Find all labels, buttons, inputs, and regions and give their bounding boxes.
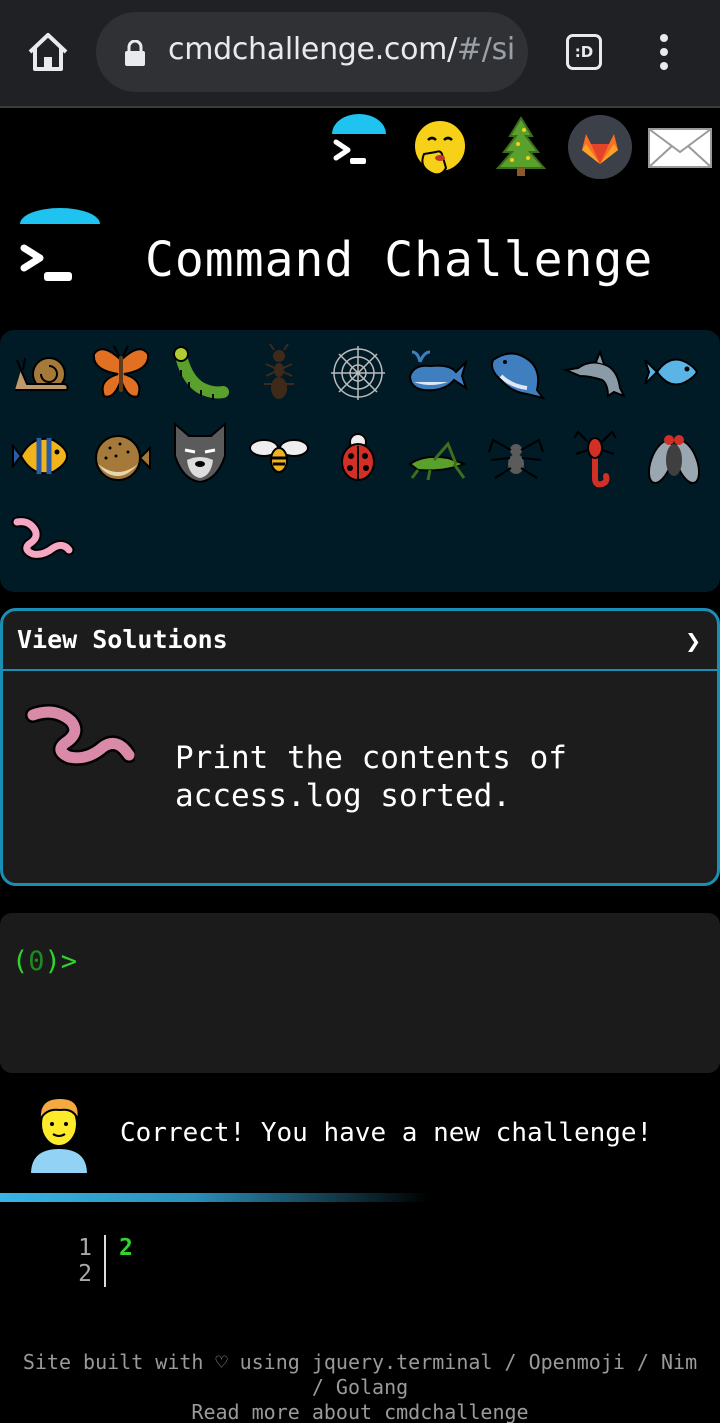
feedback-message: Correct! You have a new challenge!: [120, 1118, 653, 1148]
progress-bar: [0, 1193, 430, 1202]
challenge-card: View Solutions ❯ Print the contents of a…: [0, 608, 720, 886]
fly-icon[interactable]: [641, 424, 707, 490]
line-numbers: 1 2: [60, 1235, 106, 1287]
chevron-right-icon[interactable]: ❯: [685, 627, 701, 657]
worm-icon[interactable]: [9, 510, 75, 576]
caterpillar-icon[interactable]: [167, 340, 233, 406]
scorpion-icon[interactable]: [562, 424, 628, 490]
tab-switcher-button[interactable]: :D: [566, 34, 602, 70]
footer-credits-cont[interactable]: / Golang: [0, 1375, 720, 1400]
read-more-link[interactable]: Read more about cmdchallenge: [0, 1400, 720, 1423]
person-emoji-icon: [28, 1096, 90, 1174]
snail-icon[interactable]: [9, 340, 75, 406]
site-logo-icon: [20, 208, 100, 281]
dolphin-icon[interactable]: [562, 340, 628, 406]
wolf-icon[interactable]: [167, 420, 233, 486]
honeybee-icon[interactable]: [246, 424, 312, 490]
url-text: cmdchallenge.com/#/si: [168, 32, 515, 67]
terminal-prompt: (0)>: [12, 946, 78, 977]
terminal[interactable]: (0)>: [0, 913, 720, 1073]
butterfly-icon[interactable]: [88, 340, 154, 406]
address-bar[interactable]: cmdchallenge.com/#/si: [96, 12, 528, 92]
footer: Site built with ♡ using jquery.terminal …: [0, 1350, 720, 1423]
tropical-fish-icon[interactable]: [9, 424, 75, 490]
footer-credits[interactable]: Site built with ♡ using jquery.terminal …: [0, 1350, 720, 1375]
lock-icon: [125, 40, 145, 66]
page-title: Command Challenge: [145, 232, 654, 288]
spouting-whale-icon[interactable]: [483, 340, 549, 406]
spider-icon[interactable]: [483, 424, 549, 490]
browser-toolbar: cmdchallenge.com/#/si :D: [0, 0, 720, 108]
challenge-description: Print the contents of access.log sorted.: [175, 740, 567, 814]
lady-beetle-icon[interactable]: [325, 424, 391, 490]
blowfish-icon[interactable]: [88, 424, 154, 490]
cmdchallenge-logo-icon[interactable]: [326, 114, 392, 180]
challenge-grid: [0, 330, 720, 592]
christmas-tree-icon[interactable]: [488, 114, 554, 180]
home-icon[interactable]: [26, 30, 70, 74]
fish-icon[interactable]: [641, 340, 707, 406]
output-value: 2: [119, 1235, 133, 1261]
view-solutions-header[interactable]: View Solutions ❯: [3, 611, 717, 671]
cricket-icon[interactable]: [404, 424, 470, 490]
ant-icon[interactable]: [246, 340, 312, 406]
worm-icon: [25, 704, 135, 766]
view-solutions-label: View Solutions: [17, 625, 228, 654]
spider-web-icon[interactable]: [325, 340, 391, 406]
gitlab-icon[interactable]: [567, 114, 633, 180]
shushing-face-icon[interactable]: [406, 114, 472, 180]
envelope-icon[interactable]: [647, 114, 713, 180]
more-options-icon[interactable]: [654, 34, 674, 72]
whale-icon[interactable]: [404, 340, 470, 406]
